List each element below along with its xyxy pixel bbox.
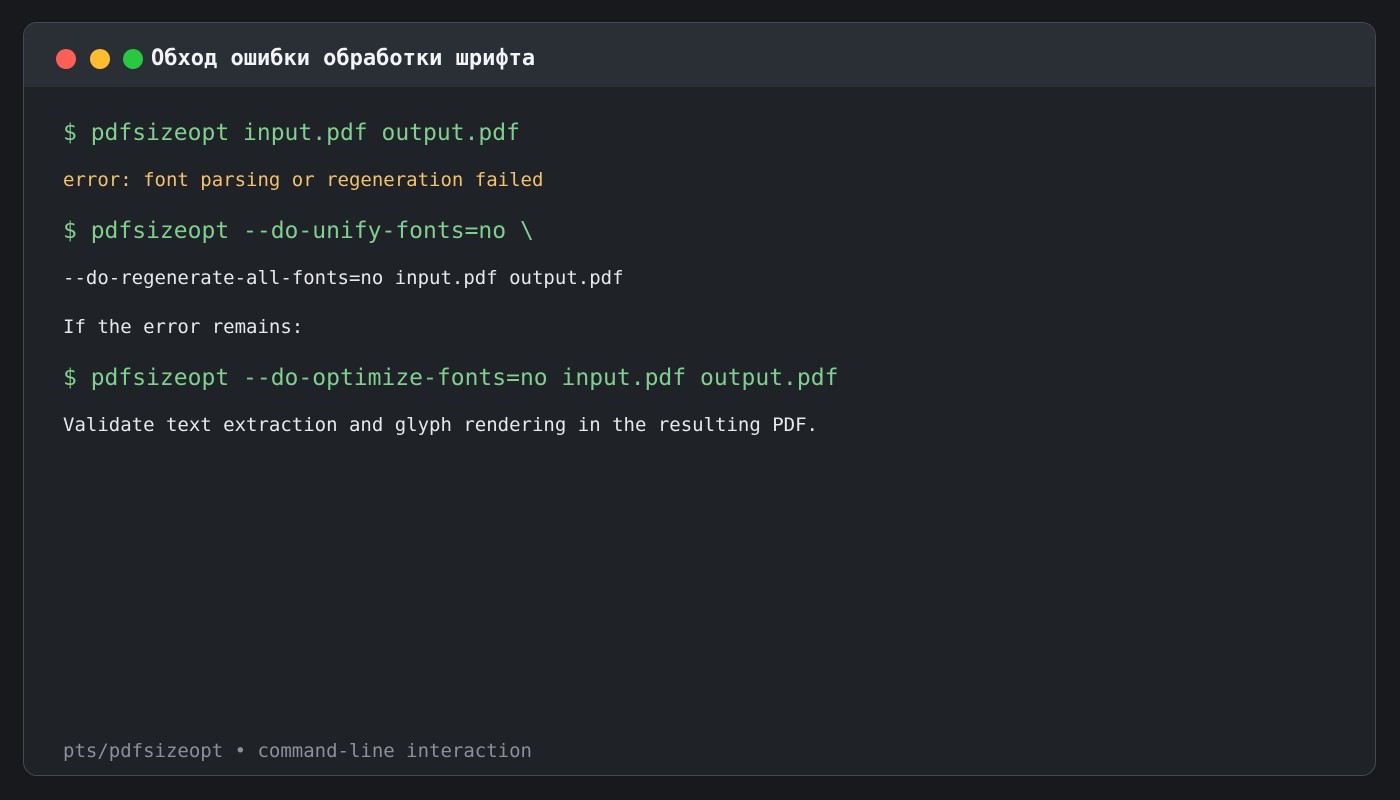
terminal-text-line: Validate text extraction and glyph rende… <box>63 414 818 436</box>
terminal-command-line: $ pdfsizeopt --do-unify-fonts=no \ <box>63 218 534 244</box>
maximize-window-button[interactable] <box>123 49 143 69</box>
terminal-window: Обход ошибки обработки шрифта $ pdfsizeo… <box>23 22 1376 776</box>
terminal-continuation-line: --do-regenerate-all-fonts=no input.pdf o… <box>63 267 624 289</box>
terminal-command-line: $ pdfsizeopt --do-optimize-fonts=no inpu… <box>63 365 839 391</box>
terminal-footer: pts/pdfsizeopt • command-line interactio… <box>63 740 532 762</box>
window-title: Обход ошибки обработки шрифта <box>151 46 536 71</box>
title-bar: Обход ошибки обработки шрифта <box>24 23 1375 87</box>
terminal-text-line: If the error remains: <box>63 316 304 338</box>
terminal-error-line: error: font parsing or regeneration fail… <box>63 169 544 191</box>
minimize-window-button[interactable] <box>90 49 110 69</box>
close-window-button[interactable] <box>56 49 76 69</box>
terminal-command-line: $ pdfsizeopt input.pdf output.pdf <box>63 120 520 146</box>
